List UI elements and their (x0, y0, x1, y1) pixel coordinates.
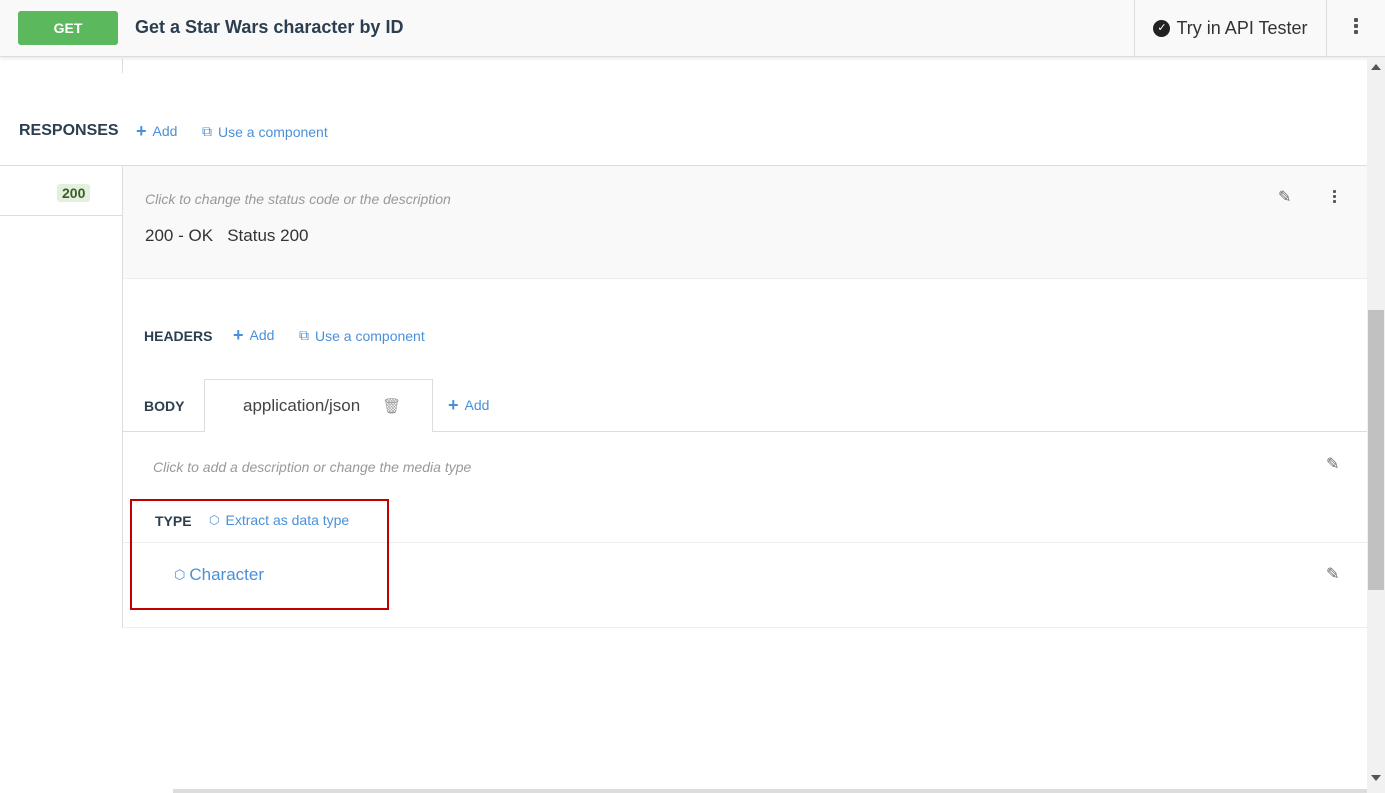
try-in-api-tester-button[interactable]: ✓ Try in API Tester (1134, 0, 1327, 57)
use-component-label: Use a component (315, 327, 425, 344)
media-type-label: application/json (243, 396, 361, 415)
status-summary: 200 - OK (145, 226, 214, 245)
divider (122, 58, 123, 73)
status-code-badge: 200 (57, 184, 91, 202)
trash-icon[interactable]: 🗑 (382, 397, 401, 415)
add-label: Add (464, 397, 490, 413)
add-label: Add (249, 327, 275, 343)
horizontal-scrollbar[interactable] (173, 789, 1367, 793)
puzzle-icon: ⧉ (202, 123, 212, 139)
check-circle-icon: ✓ (1153, 20, 1171, 37)
scroll-up-arrow-icon[interactable] (1371, 64, 1381, 70)
scroll-down-arrow-icon[interactable] (1371, 775, 1381, 781)
add-media-type-button[interactable]: + Add (448, 395, 490, 415)
response-tab-200[interactable]: 200 (0, 166, 123, 216)
status-hint: Click to change the status code or the d… (145, 191, 451, 207)
plus-icon: + (448, 395, 459, 415)
use-component-label: Use a component (218, 123, 328, 140)
try-label: Try in API Tester (1176, 18, 1308, 38)
plus-icon: + (136, 121, 147, 141)
edit-pencil-icon[interactable]: ✎ (1326, 454, 1339, 474)
edit-pencil-icon[interactable]: ✎ (1278, 187, 1291, 207)
add-header-button[interactable]: + Add (233, 325, 275, 345)
body-label: BODY (144, 398, 185, 414)
divider (123, 627, 1367, 628)
use-component-header-button[interactable]: ⧉ Use a component (299, 327, 425, 344)
status-description: Status 200 (227, 226, 309, 245)
puzzle-icon: ⧉ (299, 327, 309, 343)
response-more-icon[interactable] (1333, 190, 1336, 203)
body-hint[interactable]: Click to add a description or change the… (153, 459, 471, 475)
responses-label: RESPONSES (19, 122, 119, 139)
status-line: 200 - OK Status 200 (145, 226, 309, 246)
scrollbar-thumb[interactable] (1368, 310, 1384, 590)
response-summary[interactable]: Click to change the status code or the d… (123, 166, 1367, 279)
method-badge[interactable]: GET (18, 11, 118, 45)
page-title: Get a Star Wars character by ID (135, 17, 404, 37)
add-label: Add (152, 123, 178, 139)
media-type-tab[interactable]: application/json 🗑 (204, 379, 433, 432)
use-component-button[interactable]: ⧉ Use a component (202, 123, 328, 140)
headers-label: HEADERS (144, 328, 213, 344)
highlight-box (130, 499, 389, 610)
add-response-button[interactable]: + Add (136, 121, 178, 141)
plus-icon: + (233, 325, 244, 345)
more-menu-icon[interactable] (1354, 18, 1358, 34)
edit-type-pencil-icon[interactable]: ✎ (1326, 564, 1339, 584)
